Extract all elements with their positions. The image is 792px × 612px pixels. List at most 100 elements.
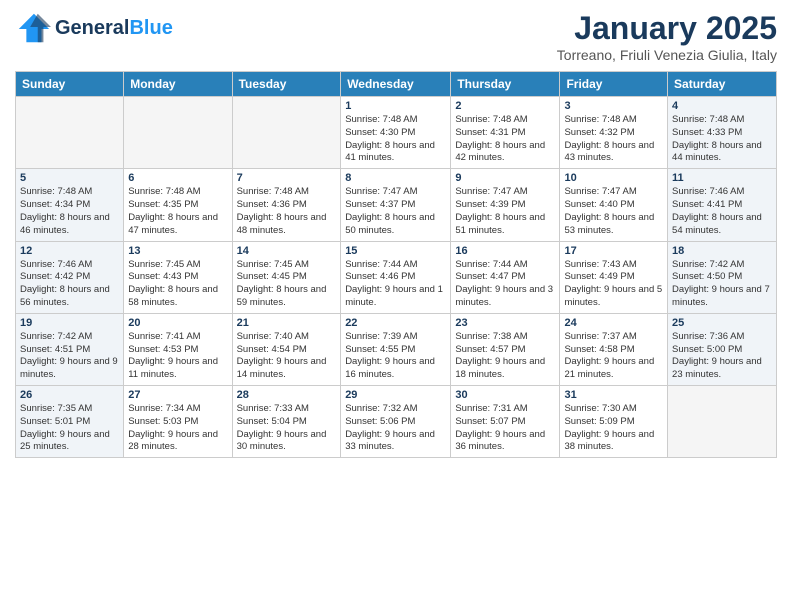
daylight-label: Daylight: 8 hours and 46 minutes. (20, 212, 110, 236)
calendar-week-2: 5Sunrise: 7:48 AMSunset: 4:34 PMDaylight… (16, 169, 777, 241)
calendar-day: 22Sunrise: 7:39 AMSunset: 4:55 PMDayligh… (341, 313, 451, 385)
day-info: Sunrise: 7:46 AM Sunset: 4:41 PM Daylight:… (672, 186, 772, 237)
day-number: 10 (564, 172, 663, 184)
sunset: Sunset: 5:03 PM (128, 416, 198, 427)
day-info: Sunrise: 7:48 AMSunset: 4:32 PMDaylight:… (564, 114, 663, 165)
sunset: Sunset: 5:00 PM (672, 344, 742, 355)
daylight-label: Daylight: 9 hours and 18 minutes. (455, 356, 545, 380)
sunset: Sunset: 4:41 PM (672, 199, 742, 210)
sunrise: Sunrise: 7:47 AM (455, 186, 527, 197)
day-info: Sunrise: 7:43 AMSunset: 4:49 PMDaylight:… (564, 259, 663, 310)
sunrise: Sunrise: 7:41 AM (128, 331, 200, 342)
daylight-label: Daylight: 9 hours and 33 minutes. (345, 429, 435, 453)
sunset: Sunset: 4:57 PM (455, 344, 525, 355)
sunrise: Sunrise: 7:33 AM (237, 403, 309, 414)
day-number: 6 (128, 172, 227, 184)
sunset: Sunset: 5:06 PM (345, 416, 415, 427)
sunrise: Sunrise: 7:38 AM (455, 331, 527, 342)
daylight-label: Daylight: 9 hours and 23 minutes. (672, 356, 762, 380)
sunrise: Sunrise: 7:31 AM (455, 403, 527, 414)
sunset: Sunset: 4:31 PM (455, 127, 525, 138)
daylight-label: Daylight: 9 hours and 30 minutes. (237, 429, 327, 453)
sunrise: Sunrise: 7:46 AM (672, 186, 744, 197)
daylight-label: Daylight: 8 hours and 47 minutes. (128, 212, 218, 236)
calendar-day: 3Sunrise: 7:48 AMSunset: 4:32 PMDaylight… (560, 97, 668, 169)
calendar-day: 26 Sunrise: 7:35 AMSunset: 5:01 PMDayligh… (16, 386, 124, 458)
sunset: Sunset: 4:33 PM (672, 127, 742, 138)
sunset: Sunset: 5:01 PM (20, 416, 90, 427)
calendar-day: 23 Sunrise: 7:38 AM Sunset: 4:57 PMDayligh… (451, 313, 560, 385)
sunset: Sunset: 4:39 PM (455, 199, 525, 210)
calendar-day: 24 Sunrise: 7:37 AM Sunset: 4:58 PMDayligh… (560, 313, 668, 385)
sunrise: Sunrise: 7:48 AM (237, 186, 309, 197)
daylight-label: Daylight: 8 hours and 54 minutes. (672, 212, 762, 236)
daylight-label: Daylight: 9 hours and 3 minutes. (455, 284, 553, 308)
calendar-day: 15 Sunrise: 7:44 AMSunset: 4:46 PMDayligh… (341, 241, 451, 313)
sunset: Sunset: 4:54 PM (237, 344, 307, 355)
sunset: Sunset: 4:47 PM (455, 271, 525, 282)
daylight-label: Daylight: 9 hours and 21 minutes. (564, 356, 654, 380)
sunset: Sunset: 5:04 PM (237, 416, 307, 427)
sunrise: Sunrise: 7:36 AM (672, 331, 744, 342)
daylight-label: Daylight: 9 hours and 36 minutes. (455, 429, 545, 453)
sunrise: Sunrise: 7:45 AM (237, 259, 309, 270)
sunrise: Sunrise: 7:40 AM (237, 331, 309, 342)
calendar-day: 7Sunrise: 7:48 AMSunset: 4:36 PMDaylight… (232, 169, 341, 241)
sunrise: Sunrise: 7:48 AM (20, 186, 92, 197)
calendar-day: 13Sunrise: 7:45 AMSunset: 4:43 PMDayligh… (124, 241, 232, 313)
day-number: 2 (455, 100, 555, 112)
day-number: 21 (237, 317, 337, 329)
logo-text: GeneralBlue (55, 17, 173, 39)
day-number: 8 (345, 172, 446, 184)
day-number: 23 (455, 317, 555, 329)
day-number: 22 (345, 317, 446, 329)
day-number: 15 (345, 245, 446, 257)
calendar-day (232, 97, 341, 169)
day-info: Sunrise: 7:30 AMSunset: 5:09 PMDaylight:… (564, 403, 663, 454)
daylight-label: Daylight: 8 hours and 42 minutes. (455, 140, 545, 164)
day-number: 1 (345, 100, 446, 112)
day-info: Sunrise: 7:44 AMSunset: 4:46 PMDaylight:… (345, 259, 446, 310)
sunset: Sunset: 4:40 PM (564, 199, 634, 210)
daylight-label: Daylight: 9 hours and 28 minutes. (128, 429, 218, 453)
sunset: Sunset: 4:55 PM (345, 344, 415, 355)
day-info: Sunrise: 7:48 AMSunset: 4:33 PMDaylight:… (672, 114, 772, 165)
day-number: 18 (672, 245, 772, 257)
header: GeneralBlue January 2025 Torreano, Friul… (15, 10, 777, 63)
page: GeneralBlue January 2025 Torreano, Friul… (0, 0, 792, 612)
sunset: Sunset: 4:58 PM (564, 344, 634, 355)
daylight-label: Daylight: 9 hours and 16 minutes. (345, 356, 435, 380)
daylight-label: Daylight: 8 hours and 51 minutes. (455, 212, 545, 236)
calendar-day: 2Sunrise: 7:48 AMSunset: 4:31 PMDaylight… (451, 97, 560, 169)
sunset: Sunset: 4:42 PM (20, 271, 90, 282)
day-info: Sunrise: 7:47 AMSunset: 4:40 PMDaylight:… (564, 186, 663, 237)
calendar-day: 29Sunrise: 7:32 AMSunset: 5:06 PMDayligh… (341, 386, 451, 458)
daylight-label: Daylight: 8 hours and 56 minutes. (20, 284, 110, 308)
sunrise: Sunrise: 7:48 AM (345, 114, 417, 125)
day-info: Sunrise: 7:37 AM Sunset: 4:58 PMDaylight:… (564, 331, 663, 382)
day-number: 27 (128, 389, 227, 401)
day-number: 14 (237, 245, 337, 257)
day-number: 26 (20, 389, 119, 401)
sunrise: Sunrise: 7:47 AM (345, 186, 417, 197)
sunrise: Sunrise: 7:42 AM (672, 259, 744, 270)
day-info: Sunrise: 7:31 AMSunset: 5:07 PMDaylight:… (455, 403, 555, 454)
day-info: Sunrise: 7:35 AMSunset: 5:01 PMDaylight:… (20, 403, 119, 454)
calendar-day: 10 Sunrise: 7:47 AMSunset: 4:40 PMDayligh… (560, 169, 668, 241)
title-block: January 2025 Torreano, Friuli Venezia Gi… (557, 10, 777, 63)
calendar-day: 18Sunrise: 7:42 AMSunset: 4:50 PMDayligh… (668, 241, 777, 313)
day-number: 5 (20, 172, 119, 184)
sunrise: Sunrise: 7:37 AM (564, 331, 636, 342)
day-info: Sunrise: 7:48 AMSunset: 4:35 PMDaylight:… (128, 186, 227, 237)
daylight-label: Daylight: 8 hours and 43 minutes. (564, 140, 654, 164)
day-info: Sunrise: 7:45 AMSunset: 4:43 PMDaylight:… (128, 259, 227, 310)
day-number: 12 (20, 245, 119, 257)
logo: GeneralBlue (15, 10, 173, 46)
sunset: Sunset: 4:37 PM (345, 199, 415, 210)
sunrise: Sunrise: 7:48 AM (128, 186, 200, 197)
day-info: Sunrise: 7:47 AM Sunset: 4:39 PM Daylight:… (455, 186, 555, 237)
sunset: Sunset: 4:30 PM (345, 127, 415, 138)
sunset: Sunset: 4:46 PM (345, 271, 415, 282)
daylight-label: Daylight: 9 hours and 7 minutes. (672, 284, 770, 308)
day-number: 24 (564, 317, 663, 329)
